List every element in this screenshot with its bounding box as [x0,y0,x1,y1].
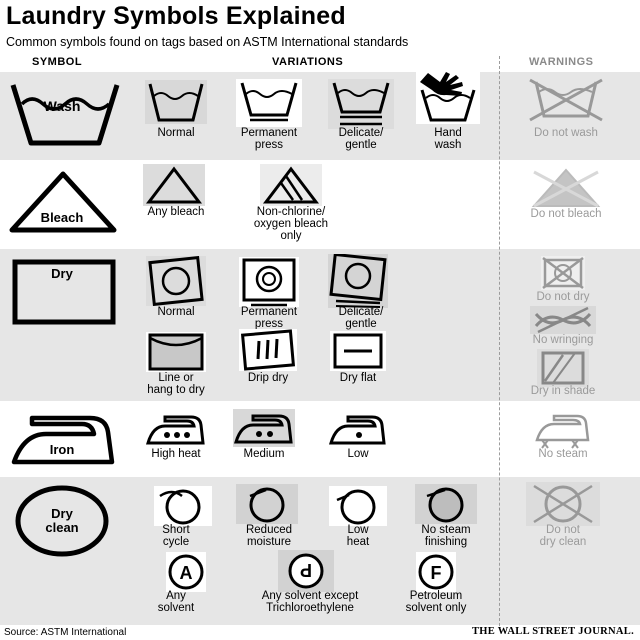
dry-flat-label: Dry flat [339,372,377,384]
dry-normal-icon [146,256,206,306]
wash-permanent-press-icon [236,79,302,127]
wash-hand-icon [416,70,480,124]
column-header-warnings: WARNINGS [529,56,594,68]
bleach-symbol-label: Bleach [40,210,84,225]
any-solvent-except-label: Any solvent except Trichloroethylene [261,590,359,614]
solvent-p-icon: P [278,550,334,592]
wash-normal-icon [145,80,207,124]
non-chlorine-bleach-label: Non-chlorine/oxygen bleach only [253,206,329,242]
no-steam-label: No steam [538,448,588,460]
dry-in-shade-icon [537,349,589,387]
no-steam-finishing-icon [415,484,477,524]
line-dry-icon [146,332,206,372]
warnings-divider [499,56,500,626]
iron-icon [11,415,115,465]
any-bleach-icon [143,164,205,206]
letter-p: P [300,560,312,580]
no-wringing-icon [530,306,596,334]
no-wringing-label: No wringing [532,334,594,346]
drip-dry-label: Drip dry [247,372,289,384]
dry-in-shade-label: Dry in shade [530,385,596,397]
page-subtitle: Common symbols found on tags based on AS… [6,35,409,49]
iron-medium-label: Medium [243,448,285,460]
dry-symbol-label: Dry [51,266,73,281]
column-header-variations: VARIATIONS [272,56,344,68]
letter-f: F [431,563,442,583]
drip-dry-icon [239,329,297,371]
any-bleach-label: Any bleach [147,206,205,218]
do-not-wash-icon [529,78,603,122]
dry-delicate-label: Delicate/gentle [338,306,384,330]
petroleum-solvent-label: Petroleum solvent only [405,590,467,614]
wash-symbol-label: Wash [43,98,81,114]
do-not-bleach-icon [531,168,601,208]
page-title: Laundry Symbols Explained [6,2,346,30]
reduced-moisture-icon [236,484,298,524]
no-steam-finishing-label: No steam finishing [421,524,471,548]
dry-permanent-press-label: Permanent press [240,306,298,330]
line-dry-label: Line or hang to dry [147,372,205,396]
non-chlorine-bleach-icon [260,164,322,206]
do-not-bleach-label: Do not bleach [530,208,602,220]
iron-low-label: Low [347,448,369,460]
no-steam-icon [535,414,590,449]
short-cycle-label: Short cycle [162,524,190,548]
short-cycle-icon [154,486,212,526]
dry-delicate-icon [328,254,388,308]
wash-permanent-press-label: Permanent press [240,127,298,151]
any-solvent-a-icon: A [166,552,206,592]
wash-delicate-label: Delicate/gentle [338,127,384,151]
low-heat-clean-label: Low heat [346,524,370,548]
iron-high-heat-icon [145,411,207,447]
any-solvent-label: Any solvent [157,590,195,614]
dry-flat-icon [330,331,386,371]
source-note: Source: ASTM International [4,627,127,638]
iron-high-heat-label: High heat [151,448,201,460]
do-not-wash-label: Do not wash [534,127,598,139]
column-header-symbol: SYMBOL [32,56,83,68]
low-heat-clean-icon [329,486,387,526]
dry-normal-label: Normal [157,306,195,318]
letter-a: A [180,563,193,583]
do-not-dry-clean-icon [526,482,600,526]
wash-delicate-icon [328,79,394,129]
iron-medium-icon [233,409,295,447]
petroleum-f-icon: F [416,552,456,592]
dry-permanent-press-icon [239,257,299,307]
iron-low-icon [328,411,388,447]
iron-symbol-label: Iron [49,442,75,457]
wash-hand-label: Hand wash [434,127,462,151]
dry-clean-symbol-label: Dry clean [45,506,79,535]
do-not-dry-clean-label: Do not dry clean [539,524,587,548]
do-not-dry-icon [541,256,585,290]
do-not-dry-label: Do not dry [536,291,590,303]
publisher-credit: THE WALL STREET JOURNAL. [471,626,634,637]
reduced-moisture-label: Reduced moisture [245,524,293,548]
wash-tub-icon [10,84,120,146]
wash-normal-label: Normal [157,127,195,139]
